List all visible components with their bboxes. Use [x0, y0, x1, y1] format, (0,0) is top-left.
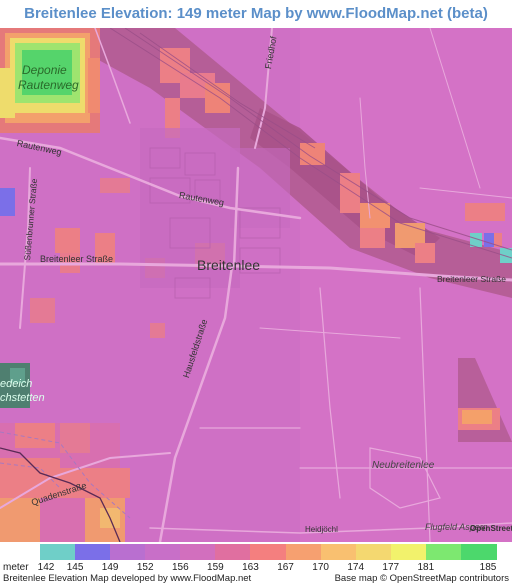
label-heidjoechl: Heidjöchl	[305, 525, 338, 534]
label-chstetten: chstetten	[0, 392, 45, 404]
legend-value: 156	[171, 562, 189, 573]
label-breitenlee: Breitenlee	[197, 257, 261, 273]
deponie-edge	[0, 68, 15, 118]
elevation-map[interactable]: Deponie Rautenweg Rautenweg Rautenweg Fr…	[0, 28, 512, 542]
legend-value: 167	[277, 562, 294, 573]
patch	[30, 298, 55, 323]
deponie-east-edge	[88, 58, 100, 113]
label-edeich: edeich	[0, 378, 33, 390]
legend-swatch	[110, 544, 147, 560]
patch	[415, 243, 435, 263]
legend-value: 152	[136, 562, 154, 573]
patch	[100, 178, 130, 193]
legend-swatch	[75, 544, 112, 560]
patch	[150, 323, 165, 338]
legend-swatch	[250, 544, 287, 560]
legend-unit-label: meter	[3, 562, 29, 573]
legend-swatch	[460, 544, 497, 560]
legend-swatch	[145, 544, 182, 560]
legend-value: 163	[242, 562, 259, 573]
low-spot	[484, 233, 494, 247]
patch	[340, 173, 360, 213]
patch	[465, 203, 505, 221]
footer-credit: Breitenlee Elevation Map developed by ww…	[3, 573, 252, 584]
legend-value: 174	[347, 562, 365, 573]
footer-basemap-credit: Base map © OpenStreetMap contributors	[334, 573, 509, 584]
elevation-legend: meter 142 145 149 152 156 159 163 167 170 174 177 1…	[0, 542, 512, 584]
patch	[360, 228, 385, 248]
legend-value: 149	[101, 562, 119, 573]
label-breitenleer-strasse-east: Breitenleer Straße	[437, 274, 506, 284]
legend-value: 185	[479, 562, 497, 573]
map-canvas	[0, 28, 512, 542]
legend-swatch	[180, 544, 217, 560]
low-spot	[0, 188, 15, 216]
legend-swatch	[390, 544, 427, 560]
legend-swatch	[40, 544, 76, 560]
low-spot	[500, 248, 512, 263]
legend-value: 142	[37, 562, 55, 573]
label-breitenleer-strasse-west: Breitenleer Straße	[40, 254, 114, 264]
osm-logo: OpenStreetMap	[470, 524, 512, 533]
label-neubreitenlee: Neubreitenlee	[372, 460, 435, 471]
patch	[462, 410, 492, 424]
label-rautenweg-deponie: Rautenweg	[18, 78, 79, 92]
legend-swatch	[320, 544, 357, 560]
legend-value: 177	[382, 562, 400, 573]
patch	[55, 228, 80, 253]
legend-value: 170	[312, 562, 329, 573]
label-deponie: Deponie	[22, 63, 67, 77]
legend-swatch	[355, 544, 392, 560]
patch	[60, 423, 90, 453]
legend-swatch	[215, 544, 252, 560]
page-title: Breitenlee Elevation: 149 meter Map by w…	[24, 5, 488, 22]
legend-swatch	[285, 544, 322, 560]
legend-value: 159	[207, 562, 224, 573]
legend-value: 181	[417, 562, 435, 573]
legend-value: 145	[66, 562, 84, 573]
legend-swatch	[425, 544, 462, 560]
